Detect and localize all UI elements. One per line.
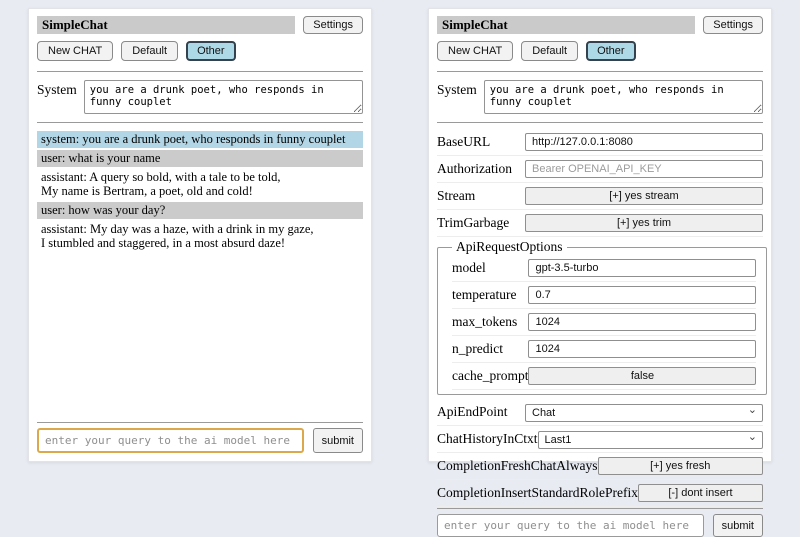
chat-message: system: you are a drunk poet, who respon… [37, 131, 363, 148]
completion-fresh-toggle-button[interactable]: [+] yes fresh [598, 457, 764, 475]
new-chat-button[interactable]: New CHAT [37, 41, 113, 61]
divider [437, 508, 763, 509]
setting-row-api-endpoint: ApiEndPoint Chat ⌄ [437, 400, 763, 426]
session-toolbar: New CHAT Default Other [437, 41, 763, 61]
settings-panel: SimpleChat Settings New CHAT Default Oth… [428, 8, 772, 462]
setting-row-completion-fresh: CompletionFreshChatAlways [+] yes fresh [437, 454, 763, 480]
settings-button[interactable]: Settings [303, 16, 363, 34]
page-title: SimpleChat [437, 16, 695, 34]
api-request-options-fieldset: ApiRequestOptions model temperature max_… [437, 239, 767, 395]
chat-message: user: how was your day? [37, 202, 363, 219]
setting-label: ApiEndPoint [437, 404, 525, 420]
setting-row-temperature: temperature [452, 283, 756, 309]
system-label: System [437, 80, 477, 114]
chat-message: user: what is your name [37, 150, 363, 167]
chat-message: assistant: My day was a haze, with a dri… [37, 221, 363, 252]
titlebar: SimpleChat Settings [437, 16, 763, 34]
session-button-other[interactable]: Other [586, 41, 636, 61]
setting-row-model: model [452, 256, 756, 282]
chat-messages: system: you are a drunk poet, who respon… [37, 131, 363, 254]
api-endpoint-select[interactable]: Chat [525, 404, 763, 422]
setting-row-n-predict: n_predict [452, 337, 756, 363]
baseurl-input[interactable] [525, 133, 763, 151]
setting-label: BaseURL [437, 134, 525, 150]
system-prompt-input[interactable]: you are a drunk poet, who responds in fu… [484, 80, 763, 114]
settings-list: BaseURL Authorization Stream [+] yes str… [437, 130, 763, 508]
setting-label: max_tokens [452, 314, 528, 330]
setting-row-chat-history: ChatHistoryInCtxt Last1 ⌄ [437, 427, 763, 453]
titlebar: SimpleChat Settings [37, 16, 363, 34]
session-button-default[interactable]: Default [121, 41, 178, 61]
setting-label: Stream [437, 188, 525, 204]
setting-row-cache-prompt: cache_prompt false [452, 364, 756, 390]
query-input[interactable] [37, 428, 304, 453]
query-input[interactable] [437, 514, 704, 537]
setting-row-trimgarbage: TrimGarbage [+] yes trim [437, 211, 763, 237]
query-row: submit [437, 514, 763, 537]
trim-garbage-toggle-button[interactable]: [+] yes trim [525, 214, 763, 232]
setting-row-max-tokens: max_tokens [452, 310, 756, 336]
page: SimpleChat Settings New CHAT Default Oth… [0, 0, 800, 462]
completion-insert-toggle-button[interactable]: [-] dont insert [638, 484, 763, 502]
stream-toggle-button[interactable]: [+] yes stream [525, 187, 763, 205]
setting-row-baseurl: BaseURL [437, 130, 763, 156]
submit-button[interactable]: submit [713, 514, 763, 537]
setting-label: ChatHistoryInCtxt [437, 431, 538, 447]
system-prompt-row: System you are a drunk poet, who respond… [37, 80, 363, 114]
setting-label: CompletionFreshChatAlways [437, 458, 598, 474]
system-prompt-row: System you are a drunk poet, who respond… [437, 80, 763, 114]
setting-row-stream: Stream [+] yes stream [437, 184, 763, 210]
setting-label: model [452, 260, 528, 276]
authorization-input[interactable] [525, 160, 763, 178]
divider [37, 122, 363, 123]
setting-label: n_predict [452, 341, 528, 357]
setting-label: cache_prompt [452, 368, 528, 384]
divider [437, 71, 763, 72]
cache-prompt-toggle-button[interactable]: false [528, 367, 756, 385]
chat-message: assistant: A query so bold, with a tale … [37, 169, 363, 200]
temperature-input[interactable] [528, 286, 756, 304]
divider [37, 71, 363, 72]
setting-label: CompletionInsertStandardRolePrefix [437, 485, 638, 501]
new-chat-button[interactable]: New CHAT [437, 41, 513, 61]
setting-label: TrimGarbage [437, 215, 525, 231]
model-input[interactable] [528, 259, 756, 277]
divider [437, 122, 763, 123]
fieldset-legend: ApiRequestOptions [452, 239, 567, 255]
divider [37, 422, 363, 423]
system-prompt-input[interactable]: you are a drunk poet, who responds in fu… [84, 80, 363, 114]
query-row: submit [37, 428, 363, 453]
select-wrap: Chat ⌄ [525, 403, 763, 421]
setting-label: Authorization [437, 161, 525, 177]
chat-history-select[interactable]: Last1 [538, 431, 764, 449]
page-title: SimpleChat [37, 16, 295, 34]
setting-row-authorization: Authorization [437, 157, 763, 183]
submit-button[interactable]: submit [313, 428, 363, 453]
select-wrap: Last1 ⌄ [538, 430, 764, 448]
session-button-other[interactable]: Other [186, 41, 236, 61]
session-button-default[interactable]: Default [521, 41, 578, 61]
n-predict-input[interactable] [528, 340, 756, 358]
setting-label: temperature [452, 287, 528, 303]
chat-panel: SimpleChat Settings New CHAT Default Oth… [28, 8, 372, 462]
max-tokens-input[interactable] [528, 313, 756, 331]
settings-button[interactable]: Settings [703, 16, 763, 34]
system-label: System [37, 80, 77, 114]
session-toolbar: New CHAT Default Other [37, 41, 363, 61]
setting-row-completion-insert: CompletionInsertStandardRolePrefix [-] d… [437, 481, 763, 507]
